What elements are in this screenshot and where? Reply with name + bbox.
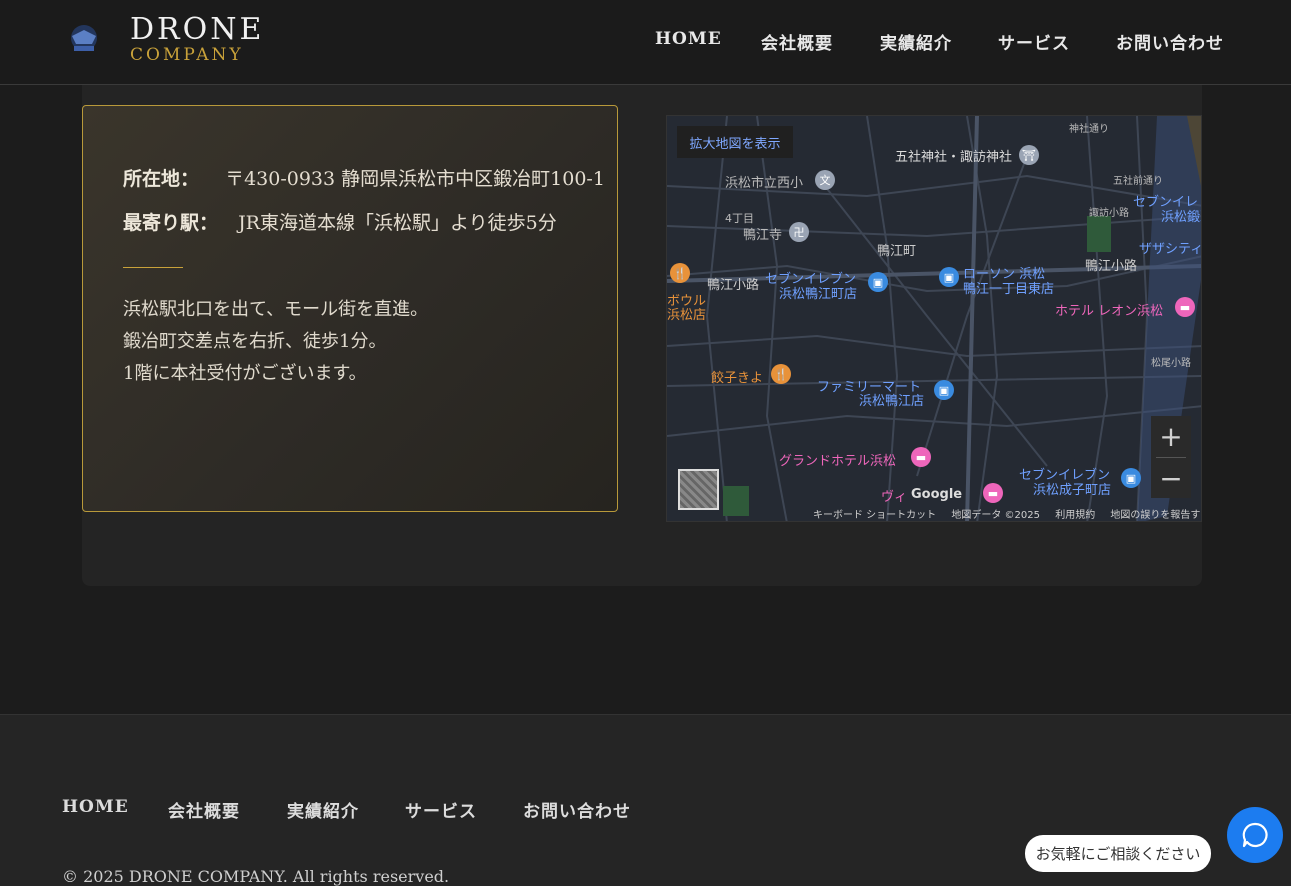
map-label: 浜松市立西小	[725, 176, 804, 191]
map-label: 鴨江町	[877, 244, 917, 259]
restaurant-icon[interactable]: 🍴	[670, 263, 690, 283]
map-label: 五社前通り	[1113, 176, 1163, 187]
footer-nav-company[interactable]: 会社概要	[168, 797, 240, 822]
google-logo: Google	[911, 487, 963, 502]
gold-divider	[123, 267, 183, 268]
map-label: 諏訪小路	[1089, 208, 1129, 219]
map-label: 浜松店	[667, 308, 707, 323]
nav-home[interactable]: HOME	[655, 29, 722, 49]
nav-contact[interactable]: お問い合わせ	[1116, 29, 1224, 54]
map-label: ヴィ	[881, 490, 908, 505]
zoom-controls: + −	[1151, 416, 1191, 498]
footer-nav-services[interactable]: サービス	[405, 797, 477, 822]
station-value: JR東海道本線「浜松駅」より徒歩5分	[238, 212, 557, 234]
directions-text: 浜松駅北口を出て、モール街を直進。 鍛冶町交差点を右折、徒歩1分。 1階に本社受…	[123, 294, 428, 390]
map-label: 鴨江寺	[743, 228, 783, 243]
map-label: ザザシティ	[1139, 242, 1202, 257]
drone-logo-icon[interactable]	[66, 22, 102, 58]
chat-prompt-bubble[interactable]: お気軽にご相談ください	[1025, 835, 1211, 872]
map-data-credit: 地図データ ©2025	[951, 510, 1041, 521]
nav-company[interactable]: 会社概要	[761, 29, 833, 54]
station-label: 最寄り駅：	[123, 212, 219, 234]
brand-subtitle[interactable]: COMPANY	[130, 45, 244, 65]
map-label: グランドホテル浜松	[779, 454, 897, 469]
satellite-toggle[interactable]	[678, 469, 719, 510]
address-value: 〒430-0933 静岡県浜松市中区鍛冶町100-1	[225, 168, 605, 190]
station-row: 最寄り駅： JR東海道本線「浜松駅」より徒歩5分	[123, 208, 557, 235]
store-icon[interactable]: ▣	[868, 272, 888, 292]
google-map[interactable]: 拡大地図を表示 五社神社・諏訪神社 浜松市立西小 4丁目 鴨江寺 鴨江町 鴨江小…	[666, 115, 1202, 522]
footer-nav-home[interactable]: HOME	[62, 797, 129, 817]
restaurant-icon[interactable]: 🍴	[771, 364, 791, 384]
access-info-card: 所在地： 〒430-0933 静岡県浜松市中区鍛冶町100-1 最寄り駅： JR…	[82, 105, 618, 512]
nav-services[interactable]: サービス	[998, 29, 1070, 54]
store-icon[interactable]: ▣	[1121, 468, 1141, 488]
page: DRONE COMPANY HOME 会社概要 実績紹介 サービス お問い合わせ…	[0, 0, 1291, 886]
zoom-out-button[interactable]: −	[1151, 458, 1191, 499]
report-error-link[interactable]: 地図の誤りを報告する	[1110, 510, 1201, 521]
terms-link[interactable]: 利用規約	[1055, 510, 1095, 521]
keyboard-shortcuts-link[interactable]: キーボード ショートカット	[813, 510, 936, 521]
map-label: 餃子きよ	[711, 371, 764, 386]
chat-icon	[1242, 822, 1268, 848]
map-label: 神社通り	[1069, 124, 1109, 135]
chat-button[interactable]	[1227, 807, 1283, 863]
map-label: 浜松鴨江町店	[779, 287, 858, 302]
address-label: 所在地：	[123, 168, 200, 190]
direction-line: 浜松駅北口を出て、モール街を直進。	[123, 299, 429, 320]
map-label: セブンイレ	[1133, 195, 1199, 210]
brand-title[interactable]: DRONE	[130, 12, 264, 47]
map-label: 鴨江小路	[1085, 259, 1138, 274]
map-label: 五社神社・諏訪神社	[895, 150, 1013, 165]
site-header: DRONE COMPANY HOME 会社概要 実績紹介 サービス お問い合わせ	[0, 0, 1291, 85]
open-larger-map-button[interactable]: 拡大地図を表示	[677, 126, 793, 158]
map-label: 鴨江小路	[707, 278, 760, 293]
map-label: 鴨江一丁目東店	[963, 282, 1055, 297]
footer-nav-contact[interactable]: お問い合わせ	[523, 797, 631, 822]
map-label: 浜松成子町店	[1033, 483, 1112, 498]
hotel-icon[interactable]: ▬	[983, 483, 1003, 503]
store-icon[interactable]: ▣	[939, 267, 959, 287]
store-icon[interactable]: ▣	[934, 380, 954, 400]
map-footer: キーボード ショートカット 地図データ ©2025 利用規約 地図の誤りを報告す…	[813, 506, 1201, 521]
nav-works[interactable]: 実績紹介	[880, 29, 952, 54]
temple-icon[interactable]: 卍	[789, 222, 809, 242]
shrine-icon[interactable]: ⛩	[1019, 145, 1039, 165]
map-label: 浜松鴨江店	[859, 394, 925, 409]
copyright: © 2025 DRONE COMPANY. All rights reserve…	[62, 867, 450, 886]
school-icon[interactable]: 文	[815, 170, 835, 190]
hotel-icon[interactable]: ▬	[911, 447, 931, 467]
map-label: ホテル レオン浜松	[1055, 304, 1164, 319]
zoom-in-button[interactable]: +	[1151, 416, 1191, 457]
direction-line: 鍛冶町交差点を右折、徒歩1分。	[123, 331, 387, 352]
address-row: 所在地： 〒430-0933 静岡県浜松市中区鍛冶町100-1	[123, 164, 605, 191]
map-label: 松尾小路	[1151, 358, 1191, 369]
direction-line: 1階に本社受付がございます。	[123, 363, 367, 384]
hotel-icon[interactable]: ▬	[1175, 297, 1195, 317]
footer-nav-works[interactable]: 実績紹介	[287, 797, 359, 822]
